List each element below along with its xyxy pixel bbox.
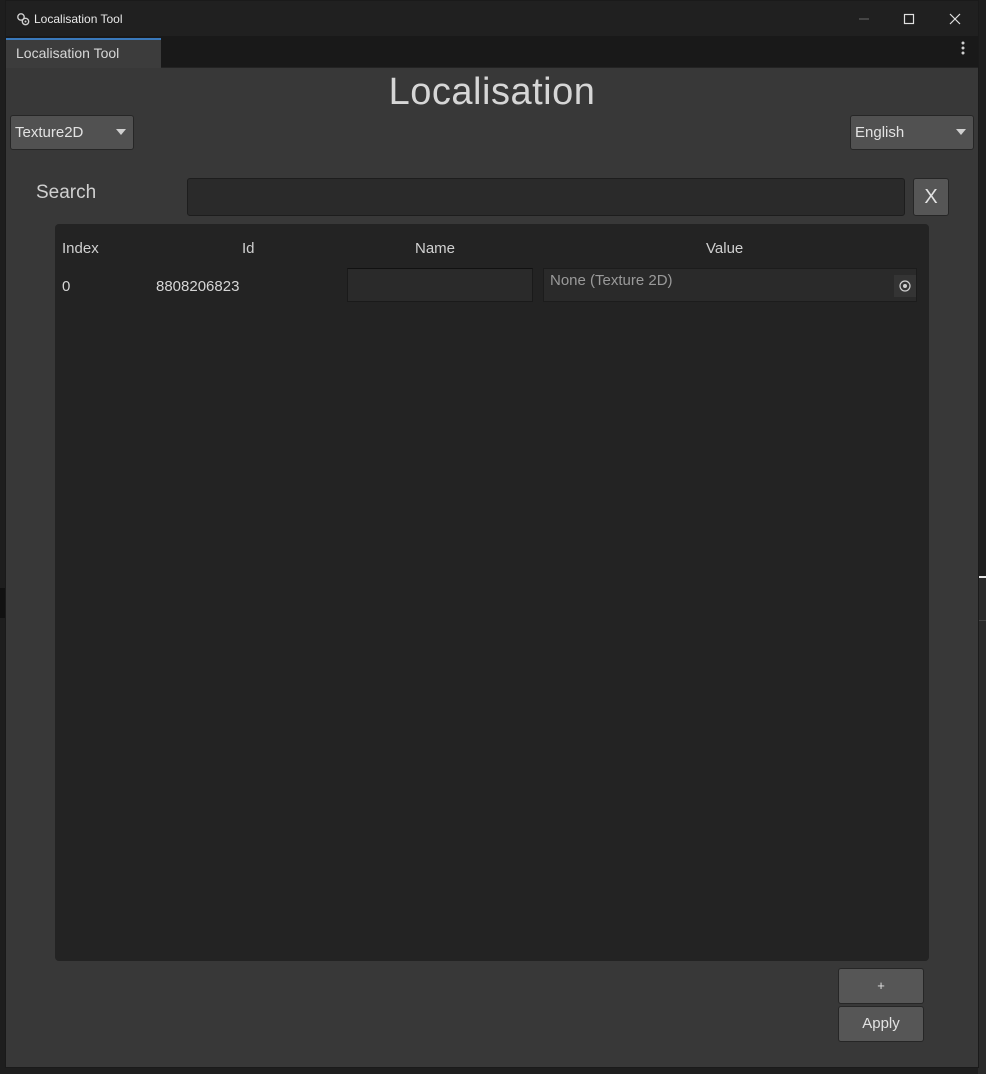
close-window-button[interactable]: [932, 1, 978, 36]
minimize-button[interactable]: [841, 1, 887, 36]
column-header-name: Name: [415, 240, 456, 257]
minimize-icon: [859, 18, 869, 19]
search-label: Search: [36, 182, 97, 203]
asset-type-selected: Texture2D: [15, 124, 84, 141]
add-entry-button[interactable]: +: [838, 968, 924, 1004]
column-header-id: Id: [242, 240, 255, 257]
localisation-table: Index Id Name Value 0 8808206823 None (T…: [55, 224, 929, 961]
maximize-button[interactable]: [886, 1, 932, 36]
asset-type-dropdown[interactable]: Texture2D: [10, 115, 134, 150]
search-input[interactable]: [187, 178, 905, 216]
column-header-index: Index: [62, 240, 99, 257]
row-id: 8808206823: [156, 278, 240, 295]
row-index: 0: [62, 278, 71, 295]
row-name-field[interactable]: [347, 268, 533, 302]
dropdown-arrow-icon: [116, 129, 126, 135]
row-value-text: None (Texture 2D): [550, 272, 673, 289]
column-header-value: Value: [706, 240, 744, 257]
apply-button[interactable]: Apply: [838, 1006, 924, 1042]
maximize-icon: [903, 13, 915, 24]
language-selected: English: [855, 124, 905, 141]
content-area: Localisation Texture2D English Search X …: [6, 68, 978, 1068]
unity-app-icon: [16, 12, 30, 26]
tab-bar: Localisation Tool: [6, 36, 978, 68]
language-dropdown[interactable]: English: [850, 115, 974, 150]
title-bar[interactable]: Localisation Tool: [6, 1, 978, 36]
background-editor-divider: [978, 620, 986, 621]
localisation-window: Localisation Tool Localisation Tool Loca…: [5, 0, 979, 1068]
kebab-menu-icon[interactable]: [956, 41, 970, 61]
object-picker-icon[interactable]: [894, 275, 916, 297]
clear-search-button[interactable]: X: [913, 178, 949, 216]
tab-localisation-tool[interactable]: Localisation Tool: [6, 38, 161, 68]
close-icon: [949, 13, 961, 24]
row-value-object-field[interactable]: None (Texture 2D): [543, 268, 917, 302]
dropdown-arrow-icon: [956, 129, 966, 135]
background-editor-panel: [978, 578, 986, 1074]
page-title: Localisation: [388, 71, 596, 113]
window-title: Localisation Tool: [34, 12, 123, 26]
